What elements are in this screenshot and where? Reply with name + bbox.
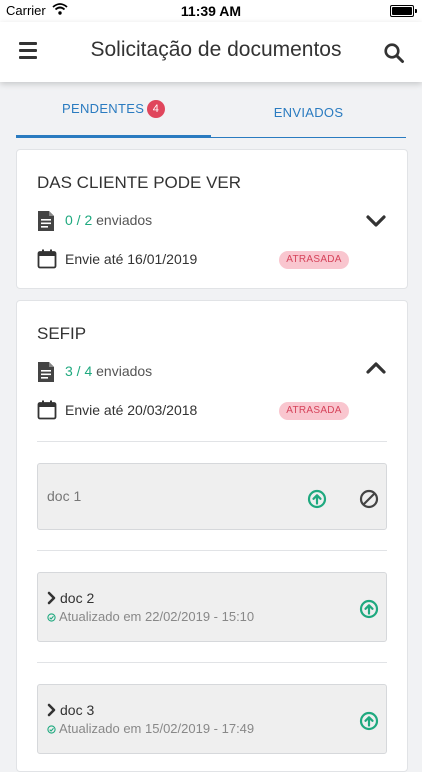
status-badge: ATRASADA <box>279 402 349 420</box>
tab-bar: PENDENTES 4 ENVIADOS <box>16 94 406 138</box>
sent-count: 0 / 2 <box>65 212 93 228</box>
status-badge: ATRASADA <box>279 251 349 269</box>
tab-label: ENVIADOS <box>273 105 344 120</box>
divider <box>37 550 387 551</box>
check-circle-icon <box>47 613 56 622</box>
request-card: DAS CLIENTE PODE VER 0 / 2 enviados Envi… <box>16 149 408 289</box>
app-header: Solicitação de documentos <box>0 22 422 82</box>
document-name: doc 3 <box>60 702 95 718</box>
page-title: Solicitação de documentos <box>90 38 342 61</box>
updated-at: Atualizado em 22/02/2019 - 15:10 <box>59 609 255 624</box>
request-title: DAS CLIENTE PODE VER <box>37 173 242 192</box>
divider <box>37 441 387 442</box>
divider <box>37 662 387 663</box>
sent-count: 3 / 4 <box>65 363 93 379</box>
sent-count-row: 3 / 4 enviados <box>37 361 387 383</box>
status-bar: Carrier 11:39 AM <box>0 0 422 22</box>
due-date: Envie até 16/01/2019 <box>65 251 198 267</box>
upload-icon[interactable] <box>359 711 379 731</box>
document-item[interactable]: doc 2 Atualizado em 22/02/2019 - 15:10 <box>37 572 387 642</box>
upload-icon[interactable] <box>307 489 327 509</box>
clock: 11:39 AM <box>180 3 242 19</box>
ban-icon[interactable] <box>359 489 379 509</box>
due-date: Envie até 20/03/2018 <box>65 402 198 418</box>
chevron-right-icon[interactable] <box>47 703 57 717</box>
tab-enviados[interactable]: ENVIADOS <box>211 94 406 138</box>
check-circle-icon <box>47 725 56 734</box>
document-item[interactable]: doc 1 <box>37 463 387 530</box>
active-tab-indicator <box>16 135 211 138</box>
upload-icon[interactable] <box>359 599 379 619</box>
calendar-icon <box>37 400 57 420</box>
chevron-right-icon[interactable] <box>47 591 57 605</box>
tab-divider <box>211 137 406 138</box>
document-name: doc 2 <box>60 590 95 606</box>
document-icon <box>38 362 54 382</box>
tab-label: PENDENTES <box>62 101 145 116</box>
count-badge: 4 <box>147 100 165 118</box>
request-card: SEFIP 3 / 4 enviados Envie até 20/03/201… <box>16 300 408 772</box>
sent-suffix: enviados <box>96 363 153 379</box>
calendar-icon <box>37 249 57 269</box>
tab-pendentes[interactable]: PENDENTES 4 <box>16 94 211 138</box>
sent-suffix: enviados <box>96 212 153 228</box>
battery-icon <box>390 5 417 17</box>
chevron-up-icon[interactable] <box>366 361 386 375</box>
request-title: SEFIP <box>37 324 87 343</box>
document-icon <box>38 211 54 231</box>
updated-at: Atualizado em 15/02/2019 - 17:49 <box>59 721 255 736</box>
sent-count-row: 0 / 2 enviados <box>37 210 387 232</box>
search-icon[interactable] <box>383 42 405 64</box>
document-item[interactable]: doc 3 Atualizado em 15/02/2019 - 17:49 <box>37 684 387 754</box>
chevron-down-icon[interactable] <box>366 214 386 228</box>
document-name: doc 1 <box>47 488 82 504</box>
